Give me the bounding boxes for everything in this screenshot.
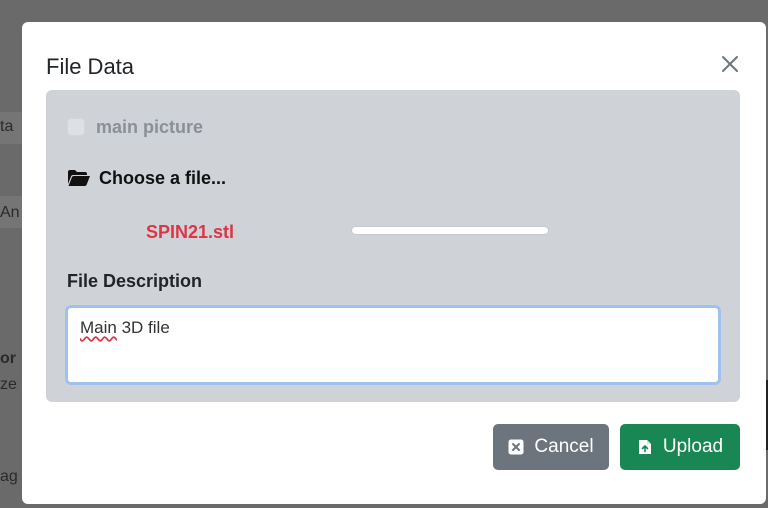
upload-label: Upload xyxy=(662,436,724,457)
main-picture-checkbox[interactable] xyxy=(67,118,85,136)
file-description-input[interactable]: Main 3D file xyxy=(65,305,721,385)
background-text: ag xyxy=(0,468,18,485)
x-square-icon xyxy=(508,439,524,455)
file-data-modal: File Data main picture Choose a file... … xyxy=(22,22,766,504)
background-text: ze xyxy=(0,376,17,393)
description-text: 3D file xyxy=(116,318,170,337)
background-text: ta xyxy=(0,118,14,135)
close-button[interactable] xyxy=(718,52,742,76)
cancel-label: Cancel xyxy=(534,436,594,457)
upload-button[interactable]: Upload xyxy=(620,424,740,470)
choose-file-button[interactable]: Choose a file... xyxy=(67,167,226,189)
main-picture-label: main picture xyxy=(96,116,204,137)
choose-file-label: Choose a file... xyxy=(99,167,227,188)
upload-progress-bar xyxy=(351,226,549,235)
background-text: An xyxy=(0,204,20,221)
main-picture-option[interactable]: main picture xyxy=(67,116,203,138)
file-description-label: File Description xyxy=(67,271,203,291)
close-icon xyxy=(718,52,742,76)
folder-open-icon xyxy=(67,169,91,187)
file-upload-icon xyxy=(637,439,653,455)
modal-title: File Data xyxy=(46,54,135,79)
cancel-button[interactable]: Cancel xyxy=(493,424,609,470)
file-form-panel: main picture Choose a file... SPIN21.stl… xyxy=(46,90,740,402)
description-text-misspelled: Main xyxy=(80,318,117,337)
background-text: or xyxy=(0,350,16,367)
selected-file-name: SPIN21.stl xyxy=(146,222,235,242)
